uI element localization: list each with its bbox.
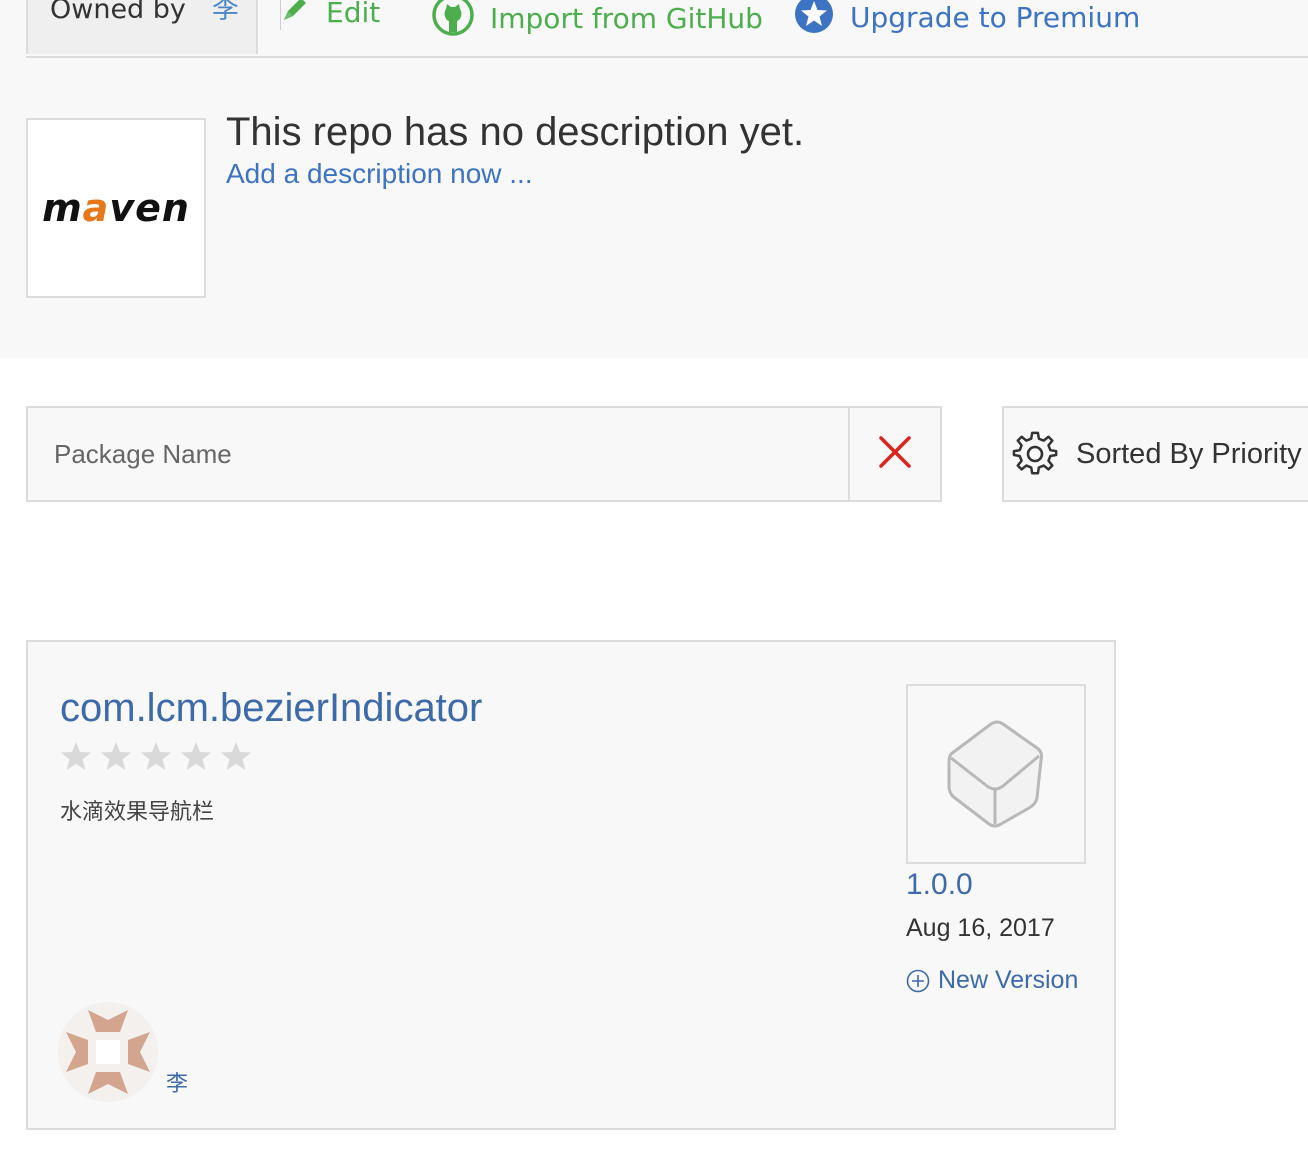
star-icon — [100, 740, 132, 772]
plus-circle-icon — [906, 969, 930, 993]
github-icon — [432, 0, 474, 43]
package-card: com.lcm.bezierIndicator 水滴效果导航栏 1.0.0 Au… — [26, 640, 1116, 1130]
box-icon — [941, 712, 1051, 836]
maven-logo: maven — [42, 186, 190, 230]
sort-button[interactable]: Sorted By Priority — [1002, 406, 1308, 502]
edit-button[interactable]: Edit — [280, 0, 380, 31]
import-github-button[interactable]: Import from GitHub — [432, 0, 763, 43]
new-version-button[interactable]: New Version — [906, 966, 1078, 995]
repo-header: Owned by 李 Edit Import from GitHub Upgra… — [0, 0, 1308, 358]
owned-by-tab: Owned by 李 — [26, 0, 258, 54]
repo-toolbar: Owned by 李 Edit Import from GitHub Upgra… — [26, 0, 1308, 58]
package-version-link[interactable]: 1.0.0 — [906, 868, 973, 902]
rating-stars — [60, 740, 260, 772]
package-name-input[interactable] — [28, 408, 848, 500]
package-date: Aug 16, 2017 — [906, 914, 1055, 942]
sort-label: Sorted By Priority — [1076, 437, 1302, 470]
repo-description: This repo has no description yet. — [226, 110, 805, 154]
star-icon — [180, 740, 212, 772]
star-icon — [60, 740, 92, 772]
gear-icon — [1012, 431, 1058, 477]
avatar[interactable] — [58, 1002, 158, 1102]
owned-by-label: Owned by — [50, 0, 186, 25]
package-search — [26, 406, 942, 502]
package-owner-link[interactable]: 李 — [166, 1066, 188, 1098]
upgrade-premium-button[interactable]: Upgrade to Premium — [794, 0, 1140, 41]
star-circle-icon — [794, 0, 834, 41]
edit-label: Edit — [326, 0, 381, 29]
pencil-icon — [280, 0, 310, 31]
repo-logo: maven — [26, 118, 206, 298]
add-description-link[interactable]: Add a description now ... — [226, 158, 533, 190]
close-icon — [878, 435, 912, 473]
premium-label: Upgrade to Premium — [850, 0, 1141, 34]
star-icon — [220, 740, 252, 772]
package-description: 水滴效果导航栏 — [60, 800, 215, 825]
package-name-link[interactable]: com.lcm.bezierIndicator — [60, 686, 482, 731]
clear-search-button[interactable] — [848, 408, 940, 500]
import-label: Import from GitHub — [490, 1, 763, 35]
owner-link[interactable]: 李 — [212, 0, 239, 24]
new-version-label: New Version — [938, 966, 1079, 994]
package-thumbnail — [906, 684, 1086, 864]
star-icon — [140, 740, 172, 772]
